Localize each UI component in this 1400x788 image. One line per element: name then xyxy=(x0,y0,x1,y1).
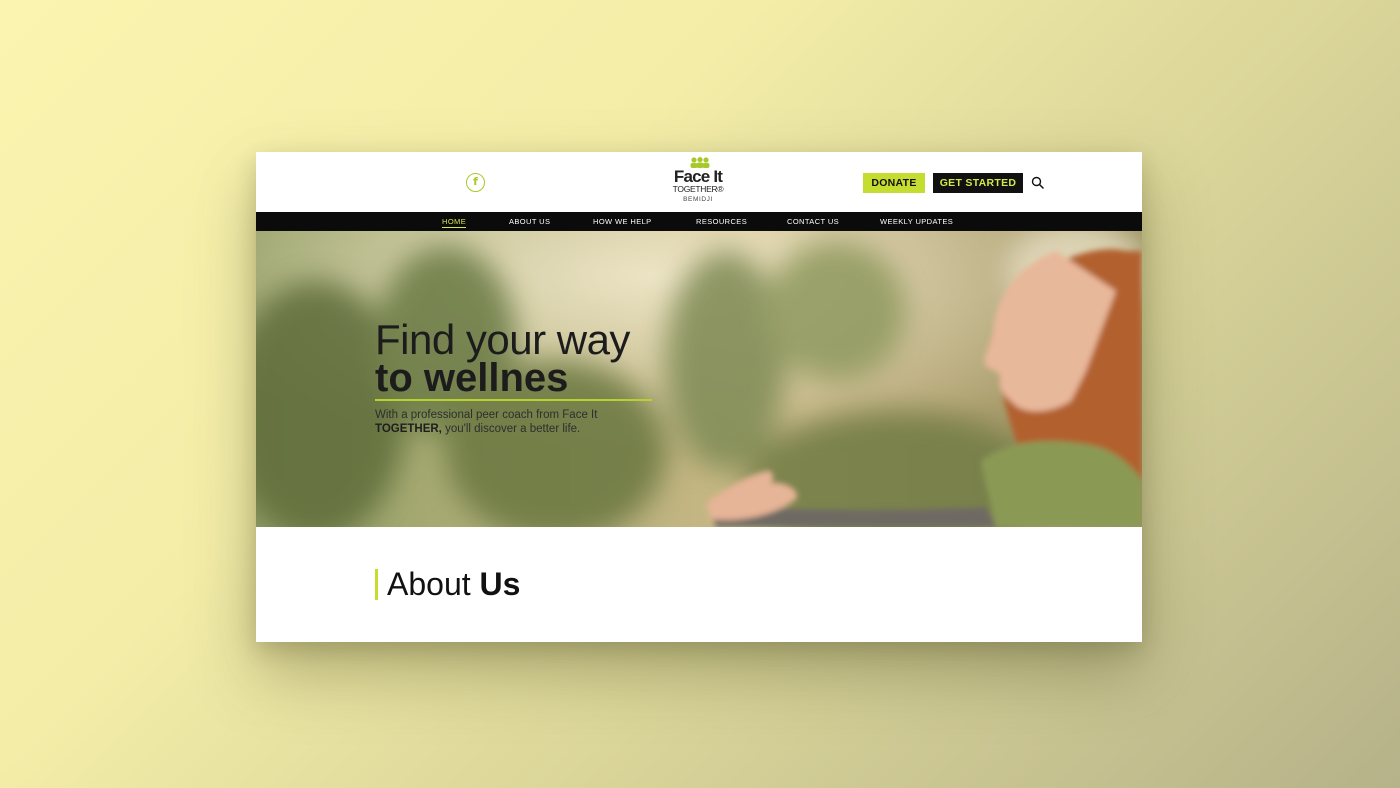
logo-text: Face It xyxy=(673,167,723,186)
facebook-glyph: f xyxy=(473,175,478,188)
website-window: f Face It TOGETHER® BEMIDJI DONATE GET S… xyxy=(256,152,1142,642)
about-accent-bar xyxy=(375,569,378,600)
facebook-icon[interactable]: f xyxy=(466,173,485,192)
hero-subtitle-bold: TOGETHER, xyxy=(375,423,442,435)
search-icon[interactable] xyxy=(1031,176,1044,189)
hero-subtitle-rest: you'll discover a better life. xyxy=(441,423,581,435)
get-started-button[interactable]: GET STARTED xyxy=(933,173,1023,193)
hero-title-line2: to wellnes xyxy=(375,356,569,400)
about-title-light: About xyxy=(387,566,480,602)
about-title-bold: Us xyxy=(479,566,521,602)
logo-city: BEMIDJI xyxy=(683,196,713,203)
nav-item-about-us[interactable]: ABOUT US xyxy=(509,212,550,231)
hero-subtitle-line1: With a professional peer coach from Face… xyxy=(375,409,598,421)
donate-button[interactable]: DONATE xyxy=(863,173,925,193)
logo-subtext: TOGETHER® xyxy=(672,184,724,194)
site-header: f Face It TOGETHER® BEMIDJI DONATE GET S… xyxy=(256,152,1142,212)
about-section: About Us xyxy=(256,527,1142,642)
about-title: About Us xyxy=(387,564,520,604)
main-nav: HOME ABOUT US HOW WE HELP RESOURCES CONT… xyxy=(256,212,1142,231)
nav-item-contact-us[interactable]: CONTACT US xyxy=(787,212,839,231)
hero-banner: Find your way to wellnes With a professi… xyxy=(256,231,1142,527)
nav-item-resources[interactable]: RESOURCES xyxy=(696,212,747,231)
hero-subtitle-line2: TOGETHER, you'll discover a better life. xyxy=(375,422,580,436)
nav-item-how-we-help[interactable]: HOW WE HELP xyxy=(593,212,652,231)
hero-title-underline xyxy=(375,399,652,401)
nav-item-weekly-updates[interactable]: WEEKLY UPDATES xyxy=(880,212,953,231)
site-logo[interactable]: Face It TOGETHER® BEMIDJI xyxy=(665,157,731,209)
nav-item-home[interactable]: HOME xyxy=(442,212,467,231)
